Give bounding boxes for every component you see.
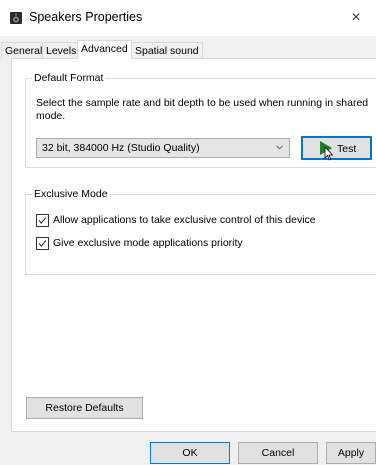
tab-general[interactable]: General xyxy=(1,42,47,59)
title-bar[interactable]: Speakers Properties × xyxy=(0,0,376,36)
exclusive-priority-label: Give exclusive mode applications priorit… xyxy=(53,237,243,249)
window-title: Speakers Properties xyxy=(29,10,143,24)
close-icon: × xyxy=(351,9,361,26)
exclusive-control-checkbox[interactable] xyxy=(36,214,49,227)
chevron-down-icon xyxy=(276,145,283,150)
exclusive-priority-checkbox[interactable] xyxy=(36,237,49,250)
cancel-button[interactable]: Cancel xyxy=(238,442,318,464)
restore-defaults-button[interactable]: Restore Defaults xyxy=(26,397,143,419)
exclusive-control-label: Allow applications to take exclusive con… xyxy=(53,214,316,226)
tab-spatial-sound[interactable]: Spatial sound xyxy=(131,42,203,59)
advanced-tab-panel: Default Format Select the sample rate an… xyxy=(11,58,376,432)
apply-button[interactable]: Apply xyxy=(326,442,376,464)
test-button[interactable]: Test xyxy=(301,136,372,161)
tab-strip: General Levels Advanced Spatial sound xyxy=(0,40,376,59)
default-format-group: Default Format Select the sample rate an… xyxy=(25,72,376,168)
exclusive-priority-option[interactable]: Give exclusive mode applications priorit… xyxy=(36,236,371,252)
format-select-value: 32 bit, 384000 Hz (Studio Quality) xyxy=(42,142,200,154)
default-format-description: Select the sample rate and bit depth to … xyxy=(36,97,369,122)
close-button[interactable]: × xyxy=(336,0,376,36)
format-select[interactable]: 32 bit, 384000 Hz (Studio Quality) xyxy=(36,138,290,158)
default-format-legend: Default Format xyxy=(32,72,106,84)
exclusive-mode-legend: Exclusive Mode xyxy=(32,188,110,200)
speakers-properties-window: Speakers Properties × General Levels Adv… xyxy=(0,0,376,465)
tab-levels[interactable]: Levels xyxy=(42,42,81,59)
exclusive-mode-group: Exclusive Mode Allow applications to tak… xyxy=(25,188,376,275)
mouse-cursor-icon xyxy=(324,147,334,161)
tab-advanced[interactable]: Advanced xyxy=(77,40,132,59)
exclusive-control-option[interactable]: Allow applications to take exclusive con… xyxy=(36,213,371,229)
ok-button[interactable]: OK xyxy=(150,442,230,464)
speaker-icon xyxy=(10,12,22,24)
test-button-label: Test xyxy=(337,143,357,155)
